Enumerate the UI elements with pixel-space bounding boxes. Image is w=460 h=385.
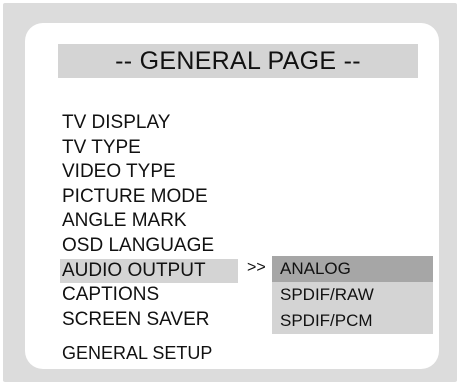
- option-spdif-raw[interactable]: SPDIF/RAW: [272, 282, 433, 308]
- option-spdif-pcm[interactable]: SPDIF/PCM: [272, 308, 433, 334]
- menu-item-screen-saver[interactable]: SCREEN SAVER: [60, 308, 238, 333]
- audio-output-submenu: ANALOG SPDIF/RAW SPDIF/PCM: [272, 256, 433, 334]
- menu-item-angle-mark[interactable]: ANGLE MARK: [60, 209, 238, 234]
- general-menu: TV DISPLAY TV TYPE VIDEO TYPE PICTURE MO…: [60, 111, 238, 332]
- menu-item-audio-output[interactable]: AUDIO OUTPUT: [60, 258, 238, 284]
- menu-item-picture-mode[interactable]: PICTURE MODE: [60, 185, 238, 210]
- menu-item-tv-display[interactable]: TV DISPLAY: [60, 111, 238, 136]
- menu-item-captions[interactable]: CAPTIONS: [60, 283, 238, 308]
- page-title: -- GENERAL PAGE --: [58, 44, 418, 78]
- menu-item-tv-type[interactable]: TV TYPE: [60, 136, 238, 161]
- option-analog[interactable]: ANALOG: [272, 256, 433, 282]
- submenu-arrow-icon: >>: [247, 259, 266, 276]
- footer-label: GENERAL SETUP: [62, 343, 213, 363]
- menu-item-osd-language[interactable]: OSD LANGUAGE: [60, 234, 238, 259]
- menu-item-video-type[interactable]: VIDEO TYPE: [60, 160, 238, 185]
